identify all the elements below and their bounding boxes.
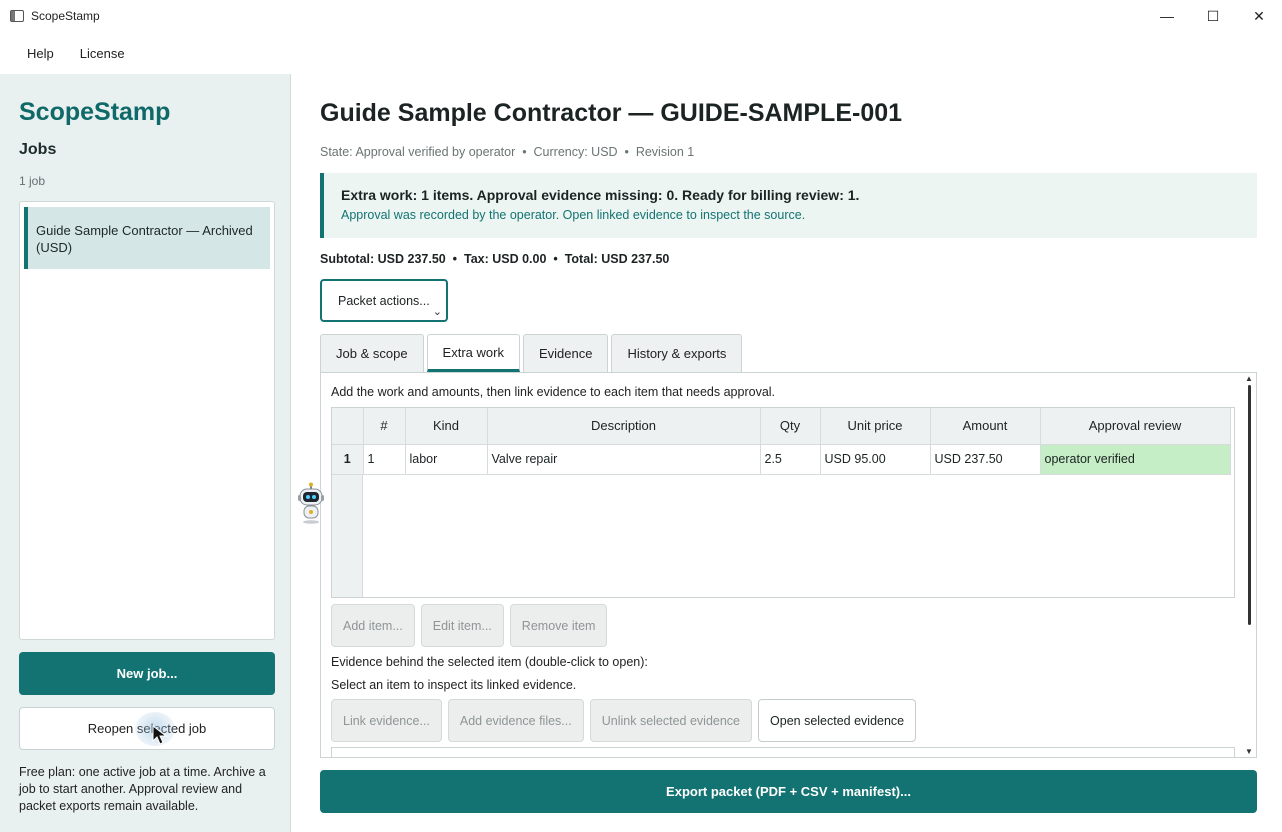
- scroll-thumb[interactable]: [1248, 385, 1251, 625]
- mouse-cursor-icon: [152, 724, 168, 745]
- title-bar: ScopeStamp — ☐ ✕: [0, 0, 1282, 32]
- cell-num[interactable]: 1: [363, 444, 406, 475]
- corner-cell: [332, 408, 364, 445]
- status-banner: Extra work: 1 items. Approval evidence m…: [320, 173, 1257, 238]
- cell-approval-review[interactable]: operator verified: [1040, 444, 1231, 475]
- column-header-description[interactable]: Description: [487, 408, 761, 445]
- cell-amount[interactable]: USD 237.50: [930, 444, 1041, 475]
- link-evidence-button[interactable]: Link evidence...: [331, 699, 442, 742]
- tab-bar: Job & scope Extra work Evidence History …: [320, 334, 743, 372]
- panel-hint: Add the work and amounts, then link evid…: [331, 385, 776, 399]
- row-header[interactable]: 1: [332, 444, 364, 475]
- add-evidence-files-button[interactable]: Add evidence files...: [447, 699, 584, 742]
- unlink-evidence-button[interactable]: Unlink selected evidence: [589, 699, 753, 742]
- panel-scrollbar[interactable]: ▲ ▼: [1242, 373, 1256, 757]
- job-meta: State: Approval verified by operator • C…: [320, 145, 695, 159]
- minimize-button[interactable]: —: [1144, 0, 1190, 32]
- tab-job-scope[interactable]: Job & scope: [320, 334, 424, 372]
- column-header-num[interactable]: #: [363, 408, 406, 445]
- table-header-row: # Kind Description Qty Unit price Amount…: [332, 408, 1231, 445]
- open-evidence-button[interactable]: Open selected evidence: [758, 699, 917, 742]
- column-header-unit-price[interactable]: Unit price: [820, 408, 931, 445]
- window-controls: — ☐ ✕: [1144, 0, 1282, 32]
- table-row[interactable]: 1 1 labor Valve repair 2.5 USD 95.00 USD…: [332, 444, 1231, 475]
- packet-actions-dropdown[interactable]: Packet actions... ⌄: [320, 279, 448, 322]
- tab-extra-work[interactable]: Extra work: [426, 334, 520, 372]
- totals-line: Subtotal: USD 237.50 • Tax: USD 0.00 • T…: [320, 252, 670, 266]
- column-header-amount[interactable]: Amount: [930, 408, 1041, 445]
- extra-work-table[interactable]: # Kind Description Qty Unit price Amount…: [331, 407, 1235, 598]
- evidence-hint: Select an item to inspect its linked evi…: [331, 678, 577, 692]
- add-item-button[interactable]: Add item...: [331, 604, 415, 647]
- evidence-list[interactable]: [331, 747, 1235, 757]
- menu-help[interactable]: Help: [14, 42, 67, 65]
- app-icon: [10, 10, 24, 22]
- tab-history-exports[interactable]: History & exports: [611, 334, 743, 372]
- column-header-approval-review[interactable]: Approval review: [1040, 408, 1231, 445]
- page-title: Guide Sample Contractor — GUIDE-SAMPLE-0…: [320, 99, 903, 127]
- banner-subtitle: Approval was recorded by the operator. O…: [341, 208, 806, 222]
- evidence-button-row: Link evidence... Add evidence files... U…: [331, 699, 917, 742]
- menu-license[interactable]: License: [67, 42, 138, 65]
- scroll-down-icon[interactable]: ▼: [1245, 747, 1253, 756]
- row-header-column: [332, 475, 363, 597]
- packet-actions-label: Packet actions...: [338, 294, 430, 308]
- job-list-item[interactable]: Guide Sample Contractor — Archived (USD): [24, 207, 270, 269]
- new-job-button[interactable]: New job...: [19, 652, 275, 695]
- plan-note: Free plan: one active job at a time. Arc…: [19, 765, 266, 813]
- cell-kind[interactable]: labor: [405, 444, 488, 475]
- maximize-button[interactable]: ☐: [1190, 0, 1236, 32]
- tab-evidence[interactable]: Evidence: [522, 334, 609, 372]
- evidence-label: Evidence behind the selected item (doubl…: [331, 655, 648, 669]
- remove-item-button[interactable]: Remove item: [509, 604, 608, 647]
- job-list[interactable]: Guide Sample Contractor — Archived (USD): [19, 201, 275, 640]
- banner-title: Extra work: 1 items. Approval evidence m…: [341, 187, 860, 203]
- export-packet-button[interactable]: Export packet (PDF + CSV + manifest)...: [320, 770, 1257, 813]
- column-header-qty[interactable]: Qty: [760, 408, 821, 445]
- menu-bar: Help License: [0, 32, 1282, 74]
- extra-work-panel: Add the work and amounts, then link evid…: [320, 372, 1257, 758]
- cell-qty[interactable]: 2.5: [760, 444, 821, 475]
- cell-description[interactable]: Valve repair: [487, 444, 761, 475]
- edit-item-button[interactable]: Edit item...: [420, 604, 504, 647]
- main-content: Guide Sample Contractor — GUIDE-SAMPLE-0…: [292, 74, 1282, 832]
- item-button-row: Add item... Edit item... Remove item: [331, 604, 608, 647]
- close-button[interactable]: ✕: [1236, 0, 1282, 32]
- jobs-heading: Jobs: [19, 141, 57, 158]
- job-count: 1 job: [19, 174, 46, 188]
- window-title: ScopeStamp: [31, 9, 100, 23]
- column-header-kind[interactable]: Kind: [405, 408, 488, 445]
- scroll-up-icon[interactable]: ▲: [1245, 374, 1253, 383]
- chevron-down-icon: ⌄: [432, 306, 442, 318]
- cell-unit-price[interactable]: USD 95.00: [820, 444, 931, 475]
- robot-assistant-icon[interactable]: [296, 482, 326, 524]
- brand-title: ScopeStamp: [19, 98, 171, 126]
